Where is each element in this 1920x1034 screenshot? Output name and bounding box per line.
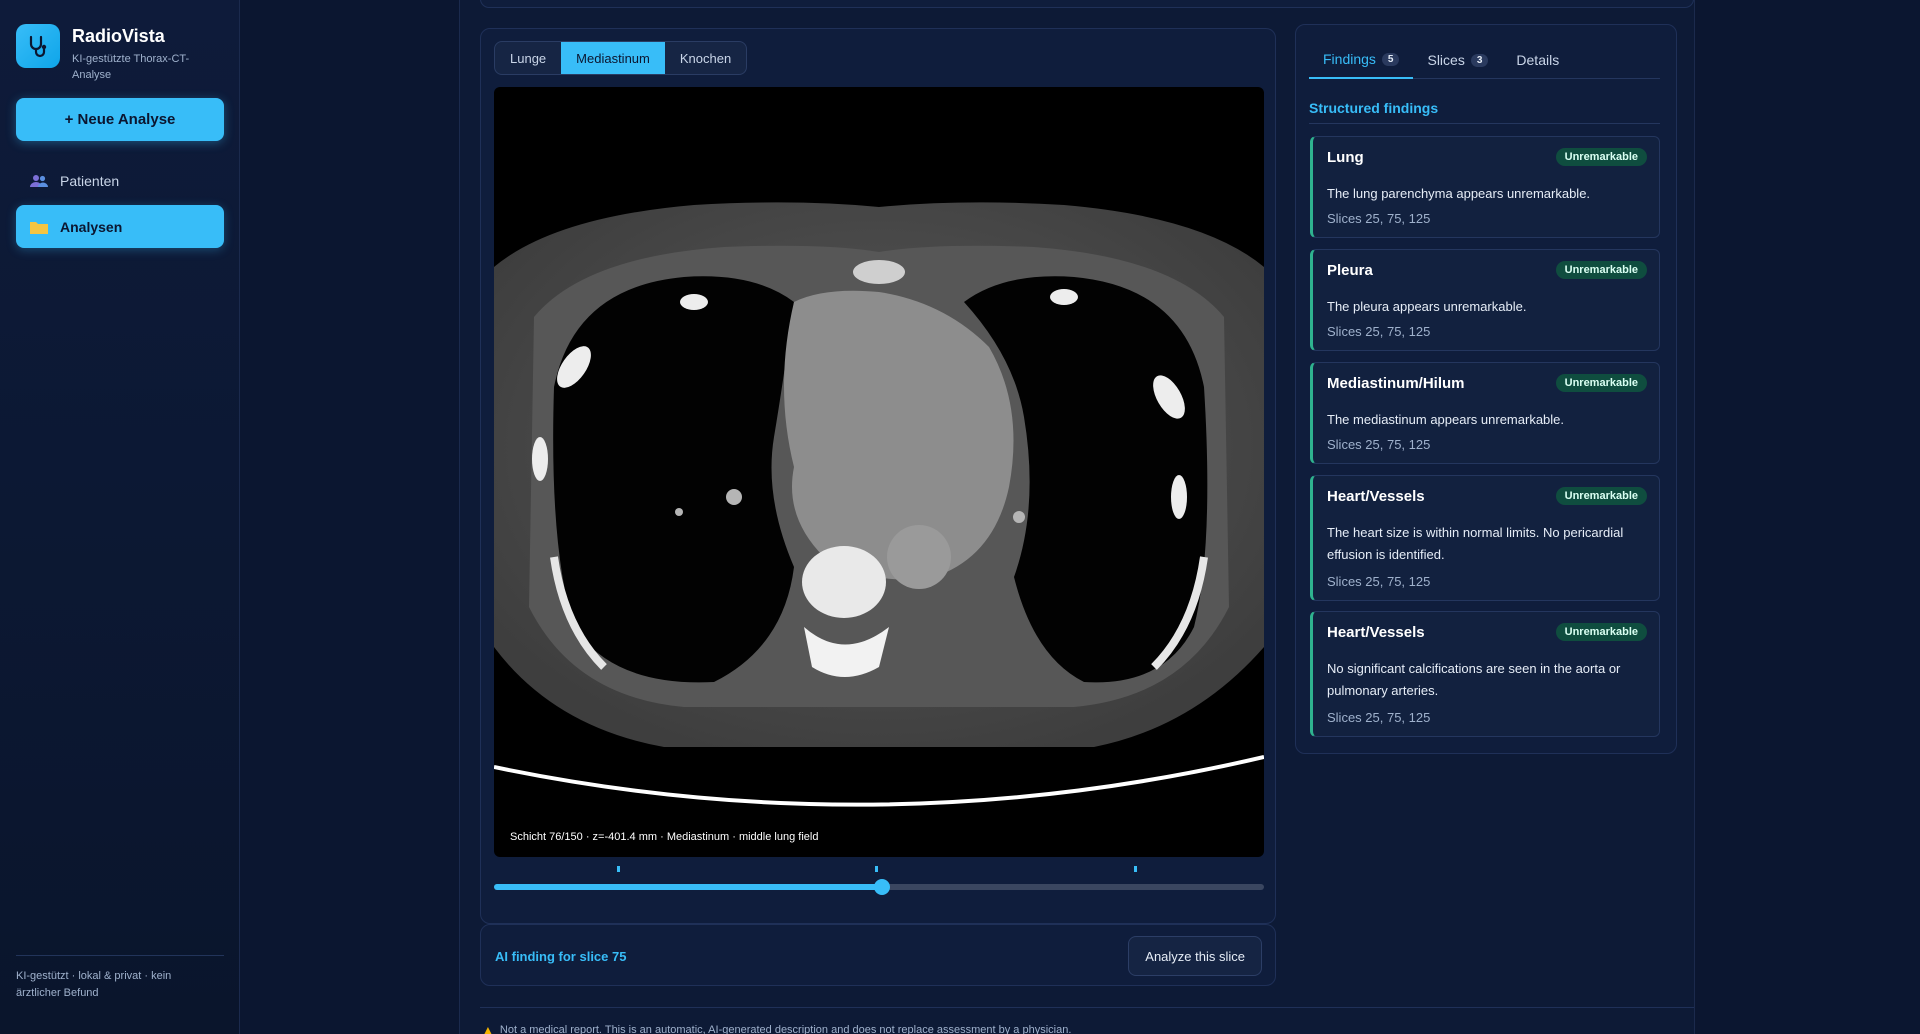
brand: RadioVista KI-gestützte Thorax-CT-Analys… <box>16 24 202 83</box>
slider-mark <box>1133 866 1137 872</box>
warning-icon: ▲ <box>482 1023 494 1034</box>
tab-label: Details <box>1516 52 1560 68</box>
status-badge: Unremarkable <box>1555 487 1647 505</box>
disclaimer: ▲ Not a medical report. This is an autom… <box>482 1023 1071 1034</box>
panel-tabs: Findings 5 Slices 3 Details <box>1309 41 1660 79</box>
analyze-slice-button[interactable]: Analyze this slice <box>1128 936 1262 976</box>
app-subtitle: KI-gestützte Thorax-CT-Analyse <box>72 53 190 81</box>
slider-thumb[interactable] <box>873 879 890 895</box>
sidebar-item-label: Analysen <box>60 218 123 235</box>
footer-divider <box>480 1007 1694 1008</box>
status-badge: Unremarkable <box>1555 261 1647 279</box>
slider-fill <box>494 884 882 890</box>
sidebar-footer: KI-gestützt · lokal & privat · kein ärzt… <box>16 970 172 999</box>
aorta <box>887 525 951 589</box>
ct-image[interactable]: Schicht 76/150 · z=-401.4 mm · Mediastin… <box>494 87 1264 857</box>
right-lung <box>553 276 794 683</box>
finding-text: No significant calcifications are seen i… <box>1327 661 1621 698</box>
tab-knochen[interactable]: Knochen <box>665 42 746 74</box>
folder-icon <box>30 221 48 234</box>
status-badge: Unremarkable <box>1555 623 1647 641</box>
tab-findings[interactable]: Findings 5 <box>1309 41 1414 79</box>
finding-text: The lung parenchyma appears unremarkable… <box>1327 186 1591 201</box>
slice-caption: Schicht 76/150 · z=-401.4 mm · Mediastin… <box>510 831 819 843</box>
tab-slices[interactable]: Slices 3 <box>1413 41 1502 79</box>
app-name: RadioVista <box>72 26 165 46</box>
finding-slices: Slices 25, 75, 125 <box>1327 211 1431 226</box>
finding-title: Mediastinum/Hilum <box>1327 375 1465 392</box>
people-icon <box>30 174 48 187</box>
finding-card[interactable]: Heart/Vessels Unremarkable No significan… <box>1310 611 1660 737</box>
finding-slices: Slices 25, 75, 125 <box>1327 437 1431 452</box>
finding-title: Lung <box>1327 149 1364 166</box>
finding-card[interactable]: Lung Unremarkable The lung parenchyma ap… <box>1310 136 1660 238</box>
sidebar: RadioVista KI-gestützte Thorax-CT-Analys… <box>0 0 240 1034</box>
sidebar-divider <box>16 955 224 956</box>
sidebar-item-label: Patienten <box>60 172 120 189</box>
slider-mark <box>617 866 621 872</box>
finding-card[interactable]: Heart/Vessels Unremarkable The heart siz… <box>1310 475 1660 601</box>
finding-text: The heart size is within normal limits. … <box>1327 525 1624 562</box>
finding-slices: Slices 25, 75, 125 <box>1327 710 1431 725</box>
count-badge: 3 <box>1470 53 1489 67</box>
sidebar-item-analyses[interactable]: Analysen <box>16 205 224 248</box>
vertebra <box>802 546 886 618</box>
finding-slices: Slices 25, 75, 125 <box>1327 324 1431 339</box>
slider-mark <box>875 866 879 872</box>
tab-label: Findings <box>1323 51 1376 67</box>
finding-text: The pleura appears unremarkable. <box>1327 299 1527 314</box>
section-title: Structured findings <box>1309 100 1439 116</box>
count-badge: 5 <box>1381 52 1400 66</box>
ai-finding-label: AI finding for slice 75 <box>495 949 627 964</box>
ai-finding-card: AI finding for slice 75 Analyze this sli… <box>480 924 1276 986</box>
tab-mediastinum[interactable]: Mediastinum <box>561 42 665 74</box>
finding-title: Heart/Vessels <box>1327 488 1425 505</box>
slice-slider[interactable] <box>494 866 1264 895</box>
top-card-edge <box>480 0 1694 8</box>
disclaimer-text: Not a medical report. This is an automat… <box>499 1024 1072 1034</box>
status-badge: Unremarkable <box>1555 374 1647 392</box>
finding-slices: Slices 25, 75, 125 <box>1327 574 1431 589</box>
finding-text: The mediastinum appears unremarkable. <box>1327 412 1565 427</box>
finding-title: Pleura <box>1327 262 1373 279</box>
tab-details[interactable]: Details <box>1502 41 1573 79</box>
tab-lunge[interactable]: Lunge <box>495 42 561 74</box>
status-badge: Unremarkable <box>1555 148 1647 166</box>
finding-card[interactable]: Pleura Unremarkable The pleura appears u… <box>1310 249 1660 351</box>
finding-card[interactable]: Mediastinum/Hilum Unremarkable The media… <box>1310 362 1660 464</box>
tab-label: Slices <box>1427 52 1465 68</box>
stethoscope-icon <box>16 24 60 68</box>
finding-title: Heart/Vessels <box>1327 624 1425 641</box>
window-tabs: Lunge Mediastinum Knochen <box>494 41 748 75</box>
sidebar-item-patients[interactable]: Patienten <box>16 159 224 202</box>
new-analysis-button[interactable]: + Neue Analyse <box>16 98 224 141</box>
section-divider <box>1309 123 1660 124</box>
